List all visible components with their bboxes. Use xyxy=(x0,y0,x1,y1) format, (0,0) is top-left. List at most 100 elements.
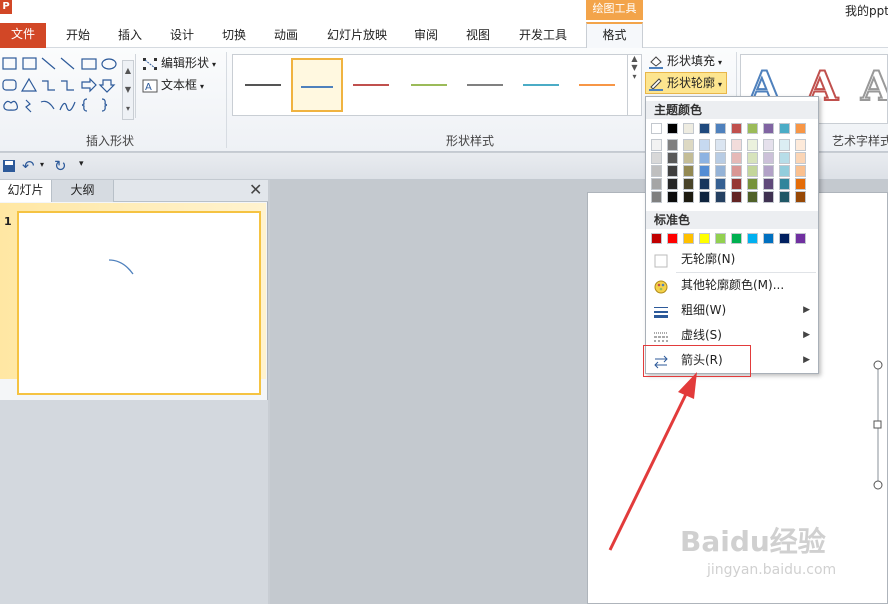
theme-color-swatch[interactable] xyxy=(795,123,806,134)
theme-shade-swatch[interactable] xyxy=(667,191,678,203)
theme-shade-swatch[interactable] xyxy=(715,165,726,177)
theme-shade-swatch[interactable] xyxy=(779,139,790,151)
style-item[interactable] xyxy=(459,58,511,112)
shapes-grid-icon[interactable] xyxy=(0,54,122,118)
theme-shade-swatch[interactable] xyxy=(731,191,742,203)
redo-icon[interactable]: ↻ xyxy=(54,157,67,175)
theme-shade-swatch[interactable] xyxy=(667,139,678,151)
styles-gallery-scroll[interactable]: ▲ ▼ ▾ xyxy=(627,54,641,116)
theme-shade-swatch[interactable] xyxy=(715,152,726,164)
theme-shade-swatch[interactable] xyxy=(667,152,678,164)
theme-shade-swatch[interactable] xyxy=(651,191,662,203)
tab-slideshow[interactable]: 幻灯片放映 xyxy=(318,24,396,48)
dashes-item[interactable]: 虚线(S) ▶ xyxy=(646,323,818,347)
theme-shade-swatch[interactable] xyxy=(651,165,662,177)
theme-shade-swatch[interactable] xyxy=(763,191,774,203)
tab-slides[interactable]: 幻灯片 xyxy=(0,180,52,202)
tab-developer[interactable]: 开发工具 xyxy=(508,24,578,48)
theme-color-swatch[interactable] xyxy=(667,123,678,134)
standard-color-swatch[interactable] xyxy=(699,233,710,244)
tab-transitions[interactable]: 切换 xyxy=(212,24,256,48)
theme-color-swatch[interactable] xyxy=(731,123,742,134)
theme-shade-swatch[interactable] xyxy=(683,165,694,177)
style-item[interactable] xyxy=(571,58,623,112)
style-item[interactable] xyxy=(515,58,567,112)
style-item[interactable] xyxy=(345,58,397,112)
theme-shade-swatch[interactable] xyxy=(747,139,758,151)
theme-shade-swatch[interactable] xyxy=(747,165,758,177)
standard-color-swatch[interactable] xyxy=(683,233,694,244)
theme-shade-swatch[interactable] xyxy=(779,178,790,190)
theme-shade-swatch[interactable] xyxy=(795,152,806,164)
undo-icon[interactable]: ↶ xyxy=(22,157,35,175)
theme-color-swatch[interactable] xyxy=(763,123,774,134)
tab-animations[interactable]: 动画 xyxy=(264,24,308,48)
standard-color-swatch[interactable] xyxy=(651,233,662,244)
textbox-button[interactable]: A 文本框 ▾ xyxy=(142,75,204,95)
slide-thumbnail-row[interactable]: 1 xyxy=(0,203,266,395)
theme-shade-swatch[interactable] xyxy=(715,178,726,190)
theme-shade-swatch[interactable] xyxy=(683,152,694,164)
theme-shade-swatch[interactable] xyxy=(699,152,710,164)
theme-color-swatch[interactable] xyxy=(747,123,758,134)
shapes-gallery-scroll[interactable]: ▲ ▼ ▾ xyxy=(122,60,134,120)
theme-shade-swatch[interactable] xyxy=(763,165,774,177)
theme-shade-swatch[interactable] xyxy=(683,139,694,151)
standard-color-swatch[interactable] xyxy=(795,233,806,244)
theme-shade-swatch[interactable] xyxy=(779,165,790,177)
theme-shade-swatch[interactable] xyxy=(779,152,790,164)
chevron-down-icon[interactable]: ▾ xyxy=(40,160,44,169)
theme-shade-swatch[interactable] xyxy=(699,139,710,151)
theme-shade-swatch[interactable] xyxy=(731,152,742,164)
theme-shade-swatch[interactable] xyxy=(747,152,758,164)
theme-shade-swatch[interactable] xyxy=(795,178,806,190)
theme-shade-swatch[interactable] xyxy=(763,178,774,190)
tab-home[interactable]: 开始 xyxy=(56,24,100,48)
theme-shade-swatch[interactable] xyxy=(683,178,694,190)
theme-shade-swatch[interactable] xyxy=(651,139,662,151)
edit-shape-button[interactable]: 编辑形状 ▾ xyxy=(142,53,216,73)
slide-thumbnail[interactable] xyxy=(17,211,261,395)
no-outline-item[interactable]: 无轮廓(N) xyxy=(646,247,818,271)
theme-color-swatch[interactable] xyxy=(651,123,662,134)
powerpoint-logo-icon[interactable]: P xyxy=(0,0,12,14)
theme-shade-swatch[interactable] xyxy=(747,178,758,190)
close-icon[interactable]: ✕ xyxy=(249,180,262,200)
standard-color-swatch[interactable] xyxy=(747,233,758,244)
theme-color-swatch[interactable] xyxy=(715,123,726,134)
theme-shade-swatch[interactable] xyxy=(651,152,662,164)
tab-insert[interactable]: 插入 xyxy=(108,24,152,48)
standard-color-swatch[interactable] xyxy=(667,233,678,244)
tab-outline[interactable]: 大纲 xyxy=(52,180,114,202)
theme-shade-swatch[interactable] xyxy=(699,178,710,190)
theme-shade-swatch[interactable] xyxy=(699,165,710,177)
theme-shade-swatch[interactable] xyxy=(651,178,662,190)
standard-color-swatch[interactable] xyxy=(715,233,726,244)
tab-view[interactable]: 视图 xyxy=(456,24,500,48)
theme-shade-swatch[interactable] xyxy=(731,165,742,177)
theme-shade-swatch[interactable] xyxy=(795,165,806,177)
tab-design[interactable]: 设计 xyxy=(160,24,204,48)
shape-outline-button[interactable]: 形状轮廓 ▾ xyxy=(645,72,728,94)
theme-shade-swatch[interactable] xyxy=(795,139,806,151)
theme-shade-swatch[interactable] xyxy=(667,165,678,177)
theme-shade-swatch[interactable] xyxy=(699,191,710,203)
customize-toolbar-icon[interactable]: ▾ xyxy=(79,159,84,169)
theme-color-swatch[interactable] xyxy=(683,123,694,134)
shape-fill-button[interactable]: 形状填充 ▾ xyxy=(648,51,722,71)
theme-shade-swatch[interactable] xyxy=(779,191,790,203)
theme-shade-swatch[interactable] xyxy=(763,139,774,151)
theme-shade-swatch[interactable] xyxy=(731,178,742,190)
standard-color-swatch[interactable] xyxy=(779,233,790,244)
theme-shade-swatch[interactable] xyxy=(715,139,726,151)
theme-shade-swatch[interactable] xyxy=(795,191,806,203)
tab-format[interactable]: 格式 xyxy=(586,22,643,49)
theme-shade-swatch[interactable] xyxy=(667,178,678,190)
standard-color-swatch[interactable] xyxy=(731,233,742,244)
wordart-style-outline-gray[interactable]: A xyxy=(860,62,887,111)
weight-item[interactable]: 粗细(W) ▶ xyxy=(646,298,818,322)
style-item[interactable] xyxy=(291,58,343,112)
theme-color-swatch[interactable] xyxy=(779,123,790,134)
theme-color-swatch[interactable] xyxy=(699,123,710,134)
theme-shade-swatch[interactable] xyxy=(731,139,742,151)
